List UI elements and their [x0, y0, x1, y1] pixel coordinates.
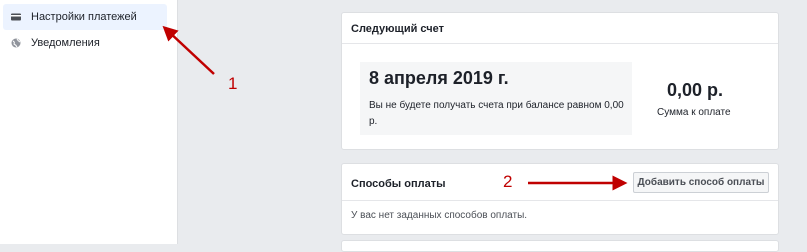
sidebar-item-payment-settings[interactable]: Настройки платежей	[3, 4, 167, 30]
sidebar: Настройки платежей Уведомления	[0, 0, 178, 244]
next-bill-date: 8 апреля 2019 г.	[369, 68, 509, 88]
amount-due-label: Сумма к оплате	[657, 107, 731, 118]
next-bill-description: Вы не будете получать счета при балансе …	[369, 100, 624, 127]
sidebar-item-notifications[interactable]: Уведомления	[3, 30, 167, 56]
credit-card-icon	[11, 12, 21, 22]
divider	[342, 43, 778, 44]
sidebar-item-label: Настройки платежей	[31, 11, 137, 23]
next-bill-date-box: 8 апреля 2019 г. Вы не будете получать с…	[360, 62, 632, 135]
divider	[342, 200, 778, 201]
add-payment-method-button[interactable]: Добавить способ оплаты	[633, 172, 769, 193]
next-bill-title: Следующий счет	[351, 23, 444, 35]
globe-icon	[11, 38, 21, 48]
amount-due: 0,00 р.	[667, 80, 724, 100]
annotation-marker-2: 2	[503, 172, 513, 191]
next-card-partial	[341, 240, 779, 252]
payment-methods-card: Способы оплаты Добавить способ оплаты У …	[341, 163, 779, 235]
payment-methods-title: Способы оплаты	[351, 178, 446, 190]
next-bill-card: Следующий счет 8 апреля 2019 г. Вы не бу…	[341, 12, 779, 150]
sidebar-item-label: Уведомления	[31, 37, 100, 49]
annotation-marker-1: 1	[228, 74, 238, 93]
payment-methods-empty-text: У вас нет заданных способов оплаты.	[351, 210, 528, 221]
